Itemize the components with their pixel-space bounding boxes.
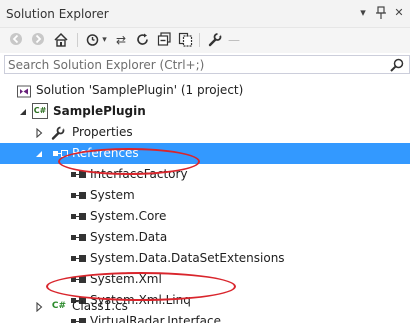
filter-dropdown-icon[interactable]: ▾ bbox=[100, 32, 109, 49]
home-icon[interactable] bbox=[52, 32, 70, 49]
assembly-reference-icon bbox=[71, 254, 87, 264]
expanded-arrow-icon[interactable] bbox=[34, 148, 44, 158]
tree-node-solution[interactable]: Solution 'SamplePlugin' (1 project) bbox=[0, 80, 410, 101]
collapsed-arrow-icon[interactable] bbox=[34, 301, 44, 313]
tree-node-class-file[interactable]: C# Class1.cs bbox=[0, 296, 410, 317]
toolbar-separator bbox=[199, 33, 200, 47]
tree-node-reference[interactable]: InterfaceFactory bbox=[0, 164, 410, 185]
tree-node-project[interactable]: C# SamplePlugin bbox=[0, 101, 410, 122]
csharp-project-icon: C# bbox=[32, 103, 48, 119]
properties-label: Properties bbox=[72, 125, 133, 139]
class-file-label: Class1.cs bbox=[72, 299, 128, 313]
window-position-dropdown-icon[interactable]: ▾ bbox=[355, 5, 371, 21]
csharp-file-icon: C# bbox=[51, 301, 67, 311]
tree-node-reference[interactable]: System.Xml bbox=[0, 269, 410, 290]
collapse-all-icon[interactable] bbox=[156, 32, 172, 49]
reference-label: System bbox=[90, 188, 135, 202]
solution-label: Solution 'SamplePlugin' (1 project) bbox=[36, 83, 244, 97]
pending-changes-filter-icon[interactable] bbox=[84, 32, 100, 49]
forward-icon[interactable] bbox=[30, 32, 46, 49]
window-title: Solution Explorer bbox=[6, 7, 109, 21]
expanded-arrow-icon[interactable] bbox=[18, 106, 28, 116]
reference-label: InterfaceFactory bbox=[90, 167, 188, 181]
show-all-files-icon[interactable] bbox=[177, 32, 193, 49]
assembly-reference-icon bbox=[71, 233, 87, 243]
reference-label: System.Data.DataSetExtensions bbox=[90, 251, 285, 265]
tree-node-reference[interactable]: System bbox=[0, 185, 410, 206]
tree-node-reference[interactable]: System.Core bbox=[0, 206, 410, 227]
assembly-reference-icon bbox=[71, 212, 87, 222]
close-icon[interactable]: ✕ bbox=[391, 5, 407, 21]
assembly-reference-icon bbox=[71, 191, 87, 201]
sync-with-active-document-icon[interactable]: ⇄ bbox=[113, 32, 129, 49]
references-icon bbox=[53, 149, 69, 159]
reference-label: System.Data bbox=[90, 230, 168, 244]
title-bar: Solution Explorer ▾ ✕ bbox=[0, 0, 410, 28]
toolbar-separator bbox=[77, 33, 78, 47]
refresh-icon[interactable] bbox=[134, 32, 150, 49]
solution-tree: Solution 'SamplePlugin' (1 project) C# S… bbox=[0, 76, 410, 323]
search-icon[interactable] bbox=[389, 57, 405, 73]
collapsed-arrow-icon[interactable] bbox=[34, 127, 44, 139]
assembly-reference-icon bbox=[71, 275, 87, 285]
auto-hide-pin-icon[interactable] bbox=[373, 5, 389, 21]
reference-label: System.Xml bbox=[90, 272, 162, 286]
references-label: References bbox=[72, 146, 139, 160]
properties-wrench-icon[interactable] bbox=[206, 32, 222, 49]
project-label: SamplePlugin bbox=[53, 104, 146, 118]
assembly-reference-icon bbox=[71, 317, 87, 323]
assembly-reference-icon bbox=[71, 170, 87, 180]
tree-node-reference[interactable]: System.Data bbox=[0, 227, 410, 248]
tree-node-properties[interactable]: Properties bbox=[0, 122, 410, 143]
toolbar: ▾ ⇄ — bbox=[0, 28, 410, 53]
tree-node-references[interactable]: References bbox=[0, 143, 410, 164]
search-input[interactable] bbox=[5, 56, 385, 73]
reference-label: System.Core bbox=[90, 209, 167, 223]
preview-selected-items-icon[interactable]: — bbox=[226, 32, 242, 49]
tree-node-reference[interactable]: System.Data.DataSetExtensions bbox=[0, 248, 410, 269]
search-box bbox=[4, 55, 410, 74]
solution-icon bbox=[16, 83, 32, 99]
back-icon[interactable] bbox=[8, 32, 24, 49]
properties-wrench-icon bbox=[50, 125, 66, 141]
